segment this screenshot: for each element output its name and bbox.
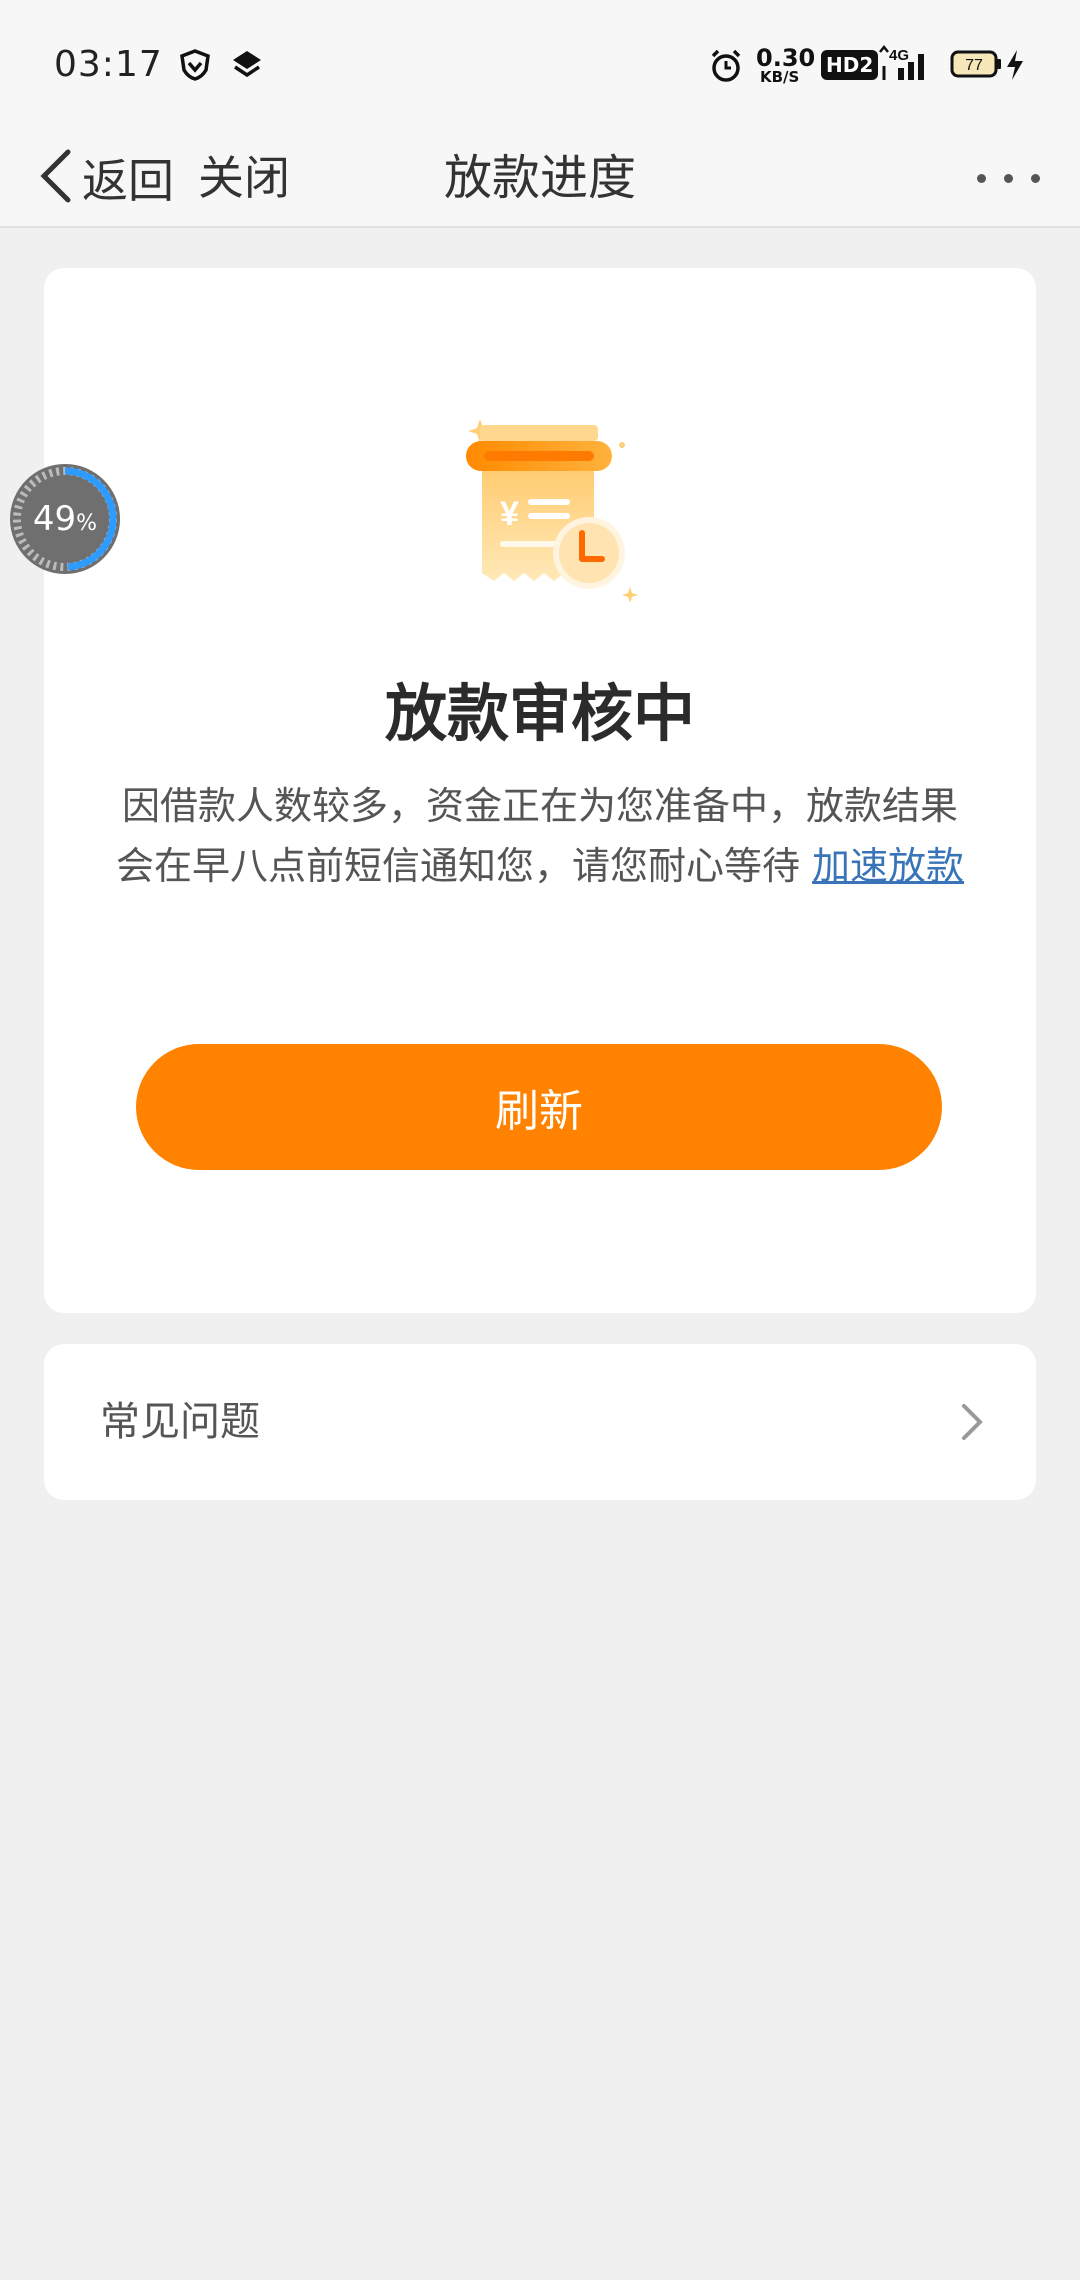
accelerate-link[interactable]: 加速放款 bbox=[812, 844, 964, 888]
signal-icon: 4G bbox=[876, 44, 934, 88]
nav-bar: 返回 关闭 放款进度 bbox=[0, 130, 1080, 228]
faq-label: 常见问题 bbox=[100, 1399, 260, 1445]
svg-text:4G: 4G bbox=[889, 47, 909, 64]
faq-row[interactable]: 常见问题 bbox=[44, 1344, 1036, 1500]
battery-icon: 77 bbox=[950, 50, 1004, 82]
progress-percent: 49% bbox=[32, 499, 98, 539]
more-dots-icon[interactable] bbox=[977, 130, 1040, 226]
charging-icon bbox=[1004, 48, 1026, 86]
back-button[interactable]: 返回 bbox=[36, 130, 174, 226]
status-title: 放款审核中 bbox=[384, 677, 695, 750]
status-bar: 03:17 0.30 KB/S HD2 4G 77 bbox=[0, 0, 1080, 130]
svg-text:¥: ¥ bbox=[500, 495, 519, 533]
status-card: ¥ 放款审核中 因借款人数较多，资金正在为您准备中，放款结果会在早八点前短信通知… bbox=[44, 268, 1036, 1313]
back-label: 返回 bbox=[82, 154, 174, 208]
refresh-button[interactable]: 刷新 bbox=[136, 1044, 942, 1170]
floating-progress-bubble[interactable]: 49% bbox=[10, 464, 120, 574]
chevron-left-icon bbox=[36, 146, 76, 210]
alarm-icon bbox=[708, 48, 744, 88]
layers-icon bbox=[230, 48, 264, 86]
hd-icon: HD2 bbox=[821, 50, 879, 80]
net-speed-unit: KB/S bbox=[760, 68, 800, 86]
svg-text:77: 77 bbox=[965, 57, 983, 74]
close-button[interactable]: 关闭 bbox=[198, 130, 290, 226]
status-time: 03:17 bbox=[54, 44, 163, 85]
status-description: 因借款人数较多，资金正在为您准备中，放款结果会在早八点前短信通知您，请您耐心等待… bbox=[104, 776, 976, 896]
shield-icon bbox=[178, 48, 212, 86]
receipt-clock-icon: ¥ bbox=[414, 403, 664, 623]
chevron-right-icon bbox=[958, 1400, 986, 1448]
